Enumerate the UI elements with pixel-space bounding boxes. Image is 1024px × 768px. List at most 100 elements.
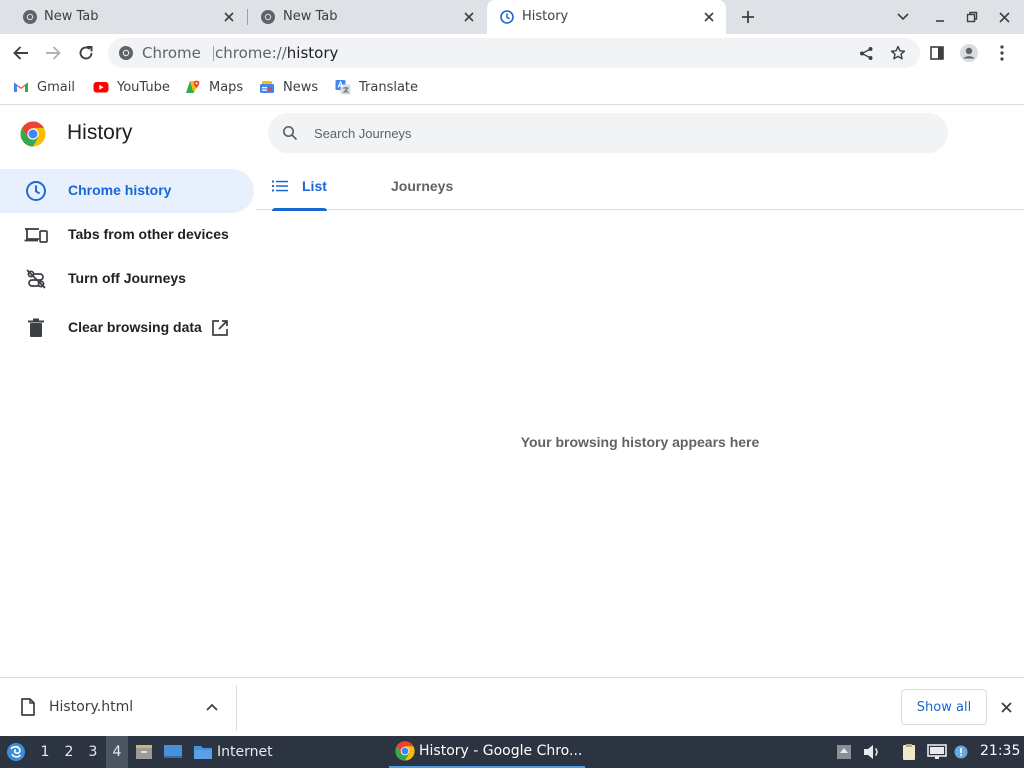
new-tab-button[interactable]	[737, 6, 759, 28]
show-all-button[interactable]: Show all	[901, 689, 987, 725]
chrome-logo-icon	[20, 121, 46, 147]
files-launcher[interactable]	[133, 736, 155, 768]
restore-button[interactable]	[963, 8, 981, 26]
sidebar-item-clear-browsing-data[interactable]: Clear browsing data	[0, 306, 254, 350]
close-icon	[1000, 701, 1012, 713]
launcher-label: Internet	[217, 744, 273, 760]
omnibox-divider	[213, 46, 214, 61]
close-tab-icon[interactable]	[700, 8, 718, 26]
tab-title: History	[522, 9, 569, 24]
workspace-3[interactable]: 3	[82, 736, 104, 768]
sidebar-item-label: Tabs from other devices	[68, 226, 229, 242]
download-filename[interactable]: History.html	[49, 699, 133, 715]
bookmark-star-button[interactable]	[889, 44, 907, 62]
menu-button[interactable]	[990, 41, 1014, 65]
volume-icon	[864, 745, 878, 759]
download-shelf: History.html Show all	[0, 677, 1024, 736]
tray-clipboard[interactable]	[899, 736, 919, 768]
tab-label: List	[302, 178, 327, 194]
clock-icon	[24, 179, 48, 203]
file-icon	[21, 698, 35, 716]
omnibox[interactable]: Chrome chrome://history	[108, 38, 920, 68]
close-tab-icon[interactable]	[220, 8, 238, 26]
bookmark-news[interactable]: News	[259, 77, 318, 97]
tray-network[interactable]	[926, 736, 948, 768]
bookmark-translate[interactable]: Translate	[335, 77, 418, 97]
sidebar-item-label: Clear browsing data	[68, 319, 202, 335]
sidebar-item-tabs-other-devices[interactable]: Tabs from other devices	[0, 213, 254, 257]
browser-tab[interactable]: New Tab	[248, 0, 486, 34]
bookmark-label: YouTube	[117, 79, 170, 95]
tab-strip: New Tab New Tab History	[0, 0, 1024, 34]
show-desktop-launcher[interactable]	[161, 736, 185, 768]
chrome-tab-icon	[23, 10, 37, 24]
bookmark-youtube[interactable]: YouTube	[93, 77, 170, 97]
search-bar[interactable]	[268, 113, 948, 153]
url-text[interactable]: chrome://history	[215, 44, 338, 62]
download-menu-button[interactable]	[203, 698, 221, 716]
history-tab-icon	[500, 10, 514, 24]
taskbar-window-chrome[interactable]: History - Google Chro...	[389, 736, 585, 768]
browser-tab-active[interactable]: History	[487, 0, 726, 34]
plus-icon	[742, 11, 754, 23]
translate-icon	[335, 80, 351, 95]
search-input[interactable]	[314, 123, 914, 143]
share-button[interactable]	[857, 44, 875, 62]
close-icon	[998, 11, 1010, 23]
tab-journeys[interactable]: Journeys	[391, 162, 453, 210]
bookmark-maps[interactable]: Maps	[185, 77, 243, 97]
profile-button[interactable]	[957, 41, 981, 65]
distro-logo-icon	[7, 743, 25, 761]
page-title: History	[67, 121, 133, 144]
bookmark-label: Gmail	[37, 79, 75, 95]
sidebar-item-chrome-history[interactable]: Chrome history	[0, 169, 254, 213]
workspace-4[interactable]: 4	[106, 736, 128, 768]
folder-icon	[194, 746, 212, 759]
tray-volume[interactable]	[862, 736, 882, 768]
url-scheme: chrome://	[215, 44, 287, 62]
minimize-button[interactable]	[931, 8, 949, 26]
tab-title: New Tab	[44, 9, 99, 24]
bookmarks-bar: Gmail YouTube Maps News Translate	[0, 72, 1024, 105]
journeys-off-icon	[24, 267, 48, 291]
close-shelf-button[interactable]	[997, 698, 1015, 716]
close-tab-icon[interactable]	[460, 8, 478, 26]
os-taskbar: 1 2 3 4 Internet History - Google Chro..…	[0, 736, 1024, 768]
tray-notifications[interactable]	[952, 736, 970, 768]
window-title: History - Google Chro...	[419, 743, 583, 759]
info-icon	[954, 745, 968, 759]
bookmark-label: Maps	[209, 79, 244, 95]
tray-updates[interactable]	[834, 736, 854, 768]
history-tabs: List Journeys	[256, 162, 1024, 211]
browser-tab[interactable]: New Tab	[8, 0, 246, 34]
bookmark-gmail[interactable]: Gmail	[13, 77, 75, 97]
forward-button[interactable]	[41, 41, 65, 65]
start-menu-button[interactable]	[4, 736, 28, 768]
back-button[interactable]	[9, 41, 33, 65]
trash-icon	[24, 316, 48, 340]
minimize-icon	[936, 20, 944, 22]
maps-icon	[186, 80, 200, 93]
internet-launcher[interactable]: Internet	[193, 736, 277, 768]
list-icon	[272, 180, 288, 192]
history-page: History Chrome history Tabs from other d…	[0, 106, 1024, 677]
desktop-icon	[164, 745, 182, 758]
shelf-divider	[236, 685, 237, 731]
tab-title: New Tab	[283, 9, 338, 24]
side-panel-button[interactable]	[925, 41, 949, 65]
tab-list[interactable]: List	[272, 162, 327, 211]
tab-search-button[interactable]	[894, 8, 912, 26]
reload-button[interactable]	[74, 41, 98, 65]
empty-history-message: Your browsing history appears here	[520, 434, 760, 450]
close-window-button[interactable]	[995, 8, 1013, 26]
workspace-1[interactable]: 1	[34, 736, 56, 768]
network-icon	[927, 744, 947, 759]
chrome-tab-icon	[261, 10, 275, 24]
search-icon	[282, 125, 298, 141]
sidebar-item-label: Chrome history	[68, 182, 172, 198]
devices-icon	[24, 223, 48, 247]
site-chip: Chrome	[142, 44, 201, 62]
workspace-2[interactable]: 2	[58, 736, 80, 768]
sidebar-item-turn-off-journeys[interactable]: Turn off Journeys	[0, 257, 254, 301]
kebab-menu-icon	[1000, 45, 1004, 61]
